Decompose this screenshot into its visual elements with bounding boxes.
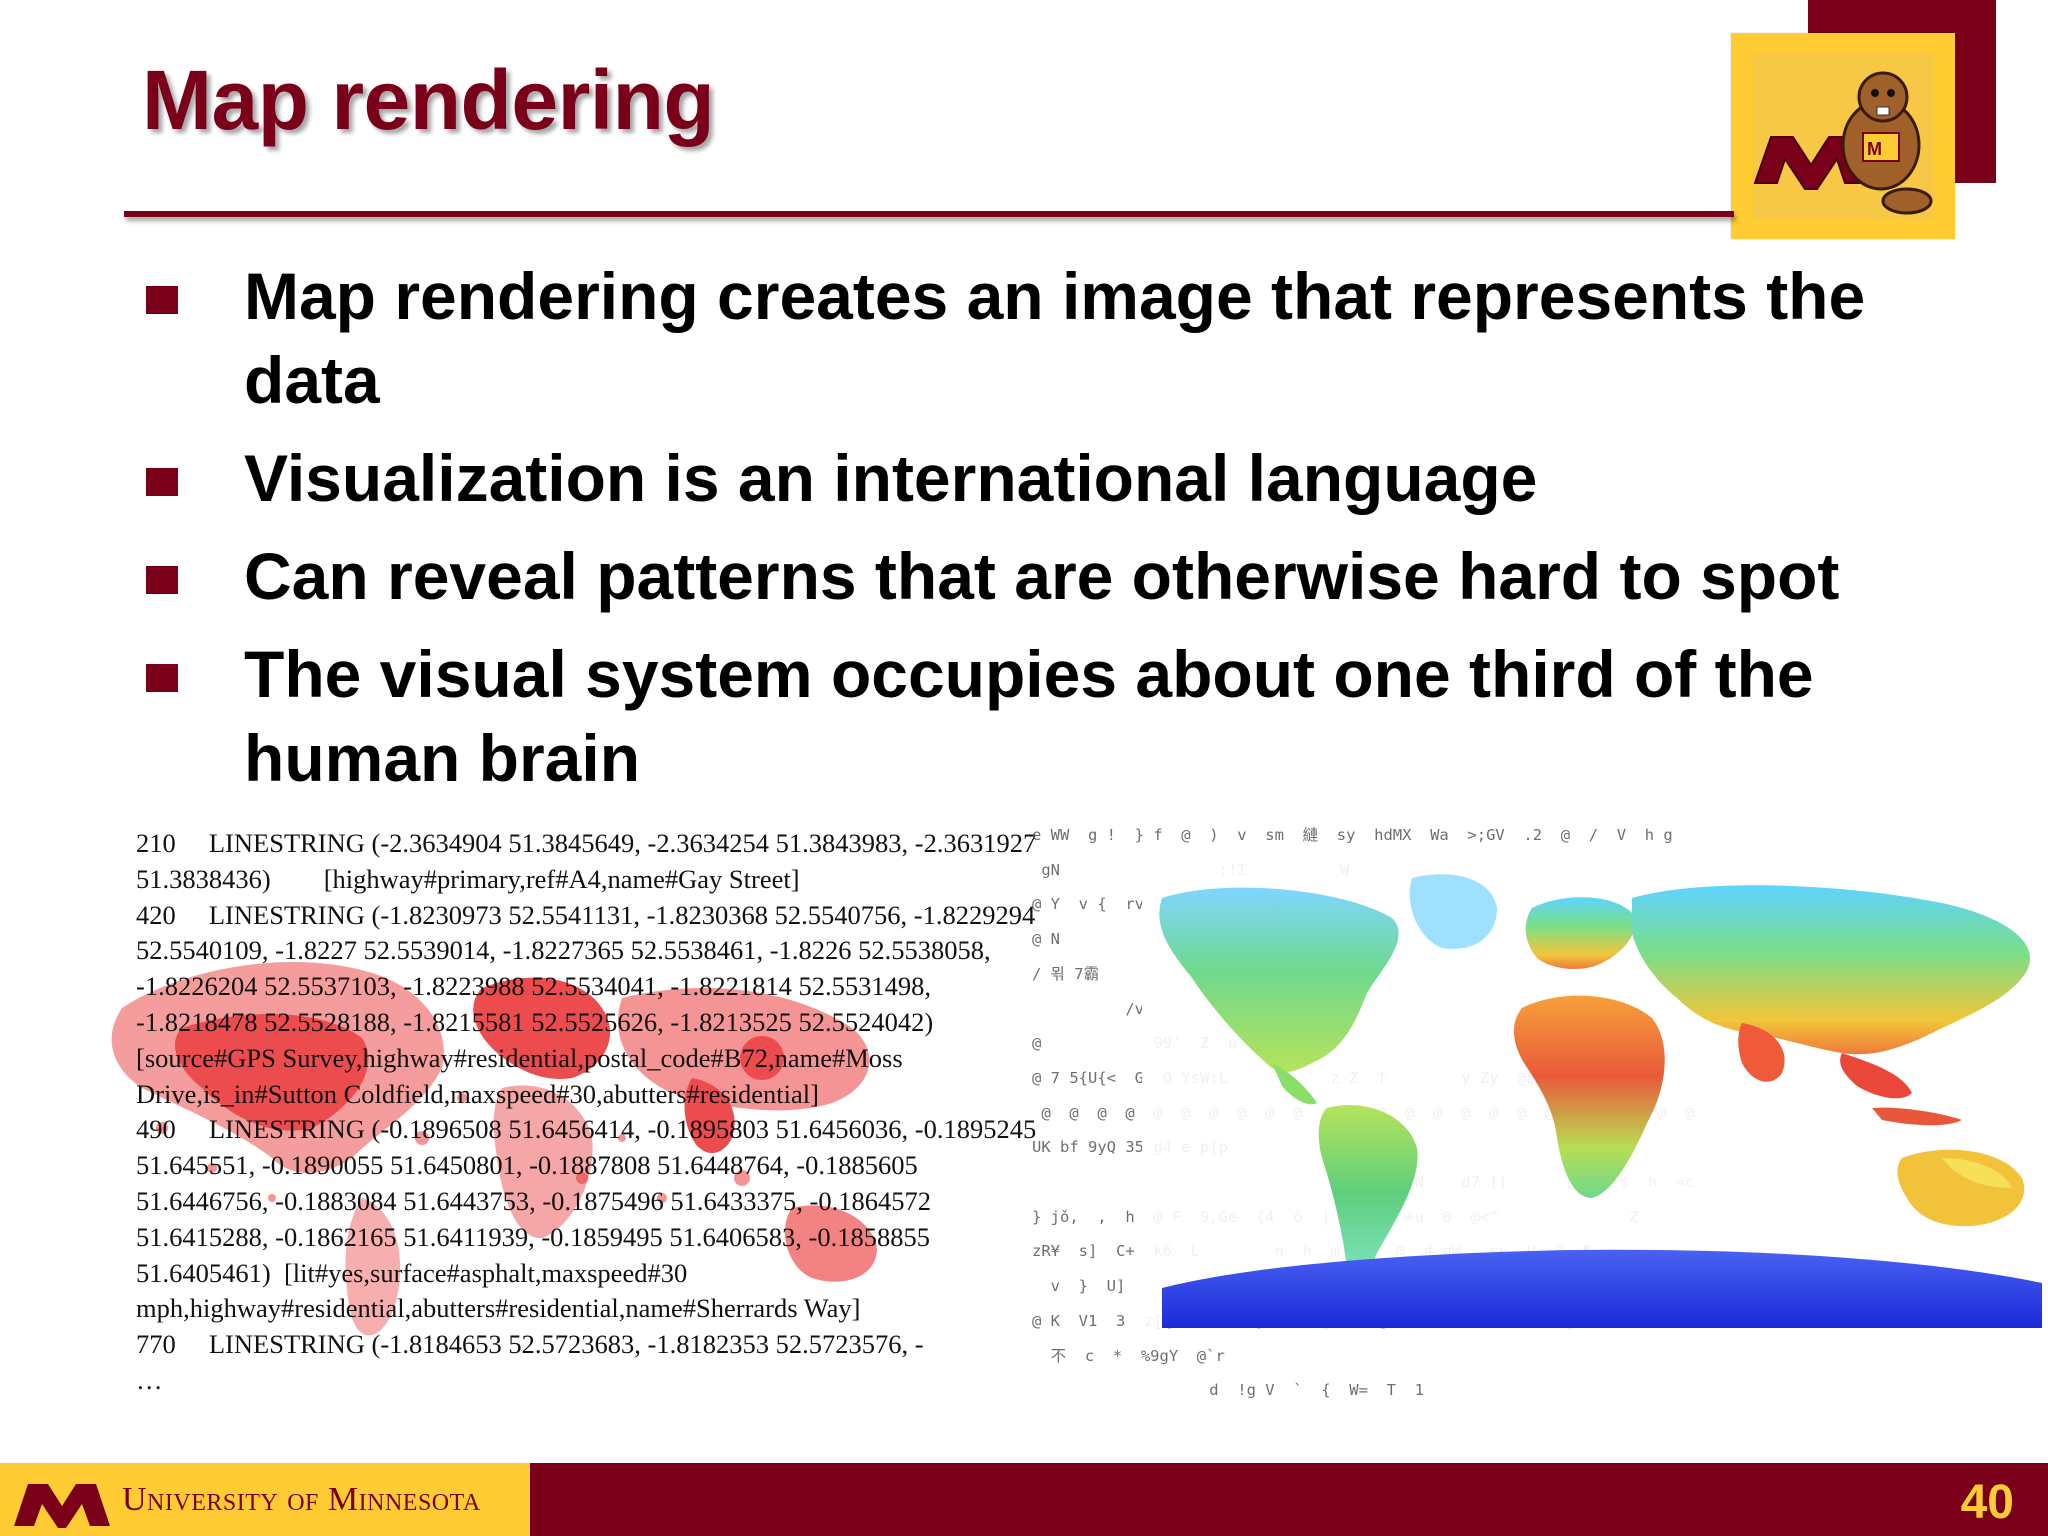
bullet-square-icon [146,664,178,692]
footer-logo-panel: University of Minnesota [0,1463,530,1536]
bullet-item: Visualization is an international langua… [140,436,1940,520]
bullet-list: Map rendering creates an image that repr… [140,254,1940,814]
footer-bar: University of Minnesota 40 [0,1463,2048,1536]
bullet-item: Can reveal patterns that are otherwise h… [140,534,1940,618]
bullet-item: Map rendering creates an image that repr… [140,254,1940,422]
university-name: University of Minnesota [122,1481,481,1518]
bullet-square-icon [146,468,178,496]
title-underline [124,211,1734,217]
global-color-world-map [1142,858,2048,1328]
bullet-text: Map rendering creates an image that repr… [244,259,1866,417]
gopher-mascot-icon: M [1753,53,1933,219]
bullet-text: The visual system occupies about one thi… [244,637,1814,795]
svg-text:M: M [1867,139,1882,159]
illustration-area: 210 LINESTRING (-2.3634904 51.3845649, -… [111,818,2048,1458]
block-m-icon [14,1484,110,1528]
bullet-text: Can reveal patterns that are otherwise h… [244,539,1840,613]
slide: M Map rendering Map rendering creates an… [0,0,2048,1536]
page-number: 40 [1960,1476,2014,1529]
bullet-text: Visualization is an international langua… [244,441,1538,515]
binary-data-panel: e WW g ! } f @ ) v sm 縺 sy hdMX Wa >;GV … [1032,818,2048,1403]
bullet-square-icon [146,286,178,314]
goldy-gopher-logo: M [1731,33,1955,239]
bullet-square-icon [146,566,178,594]
slide-title: Map rendering [142,53,715,147]
bullet-item: The visual system occupies about one thi… [140,632,1940,800]
linestring-data-sample: 210 LINESTRING (-2.3634904 51.3845649, -… [136,828,1037,1395]
